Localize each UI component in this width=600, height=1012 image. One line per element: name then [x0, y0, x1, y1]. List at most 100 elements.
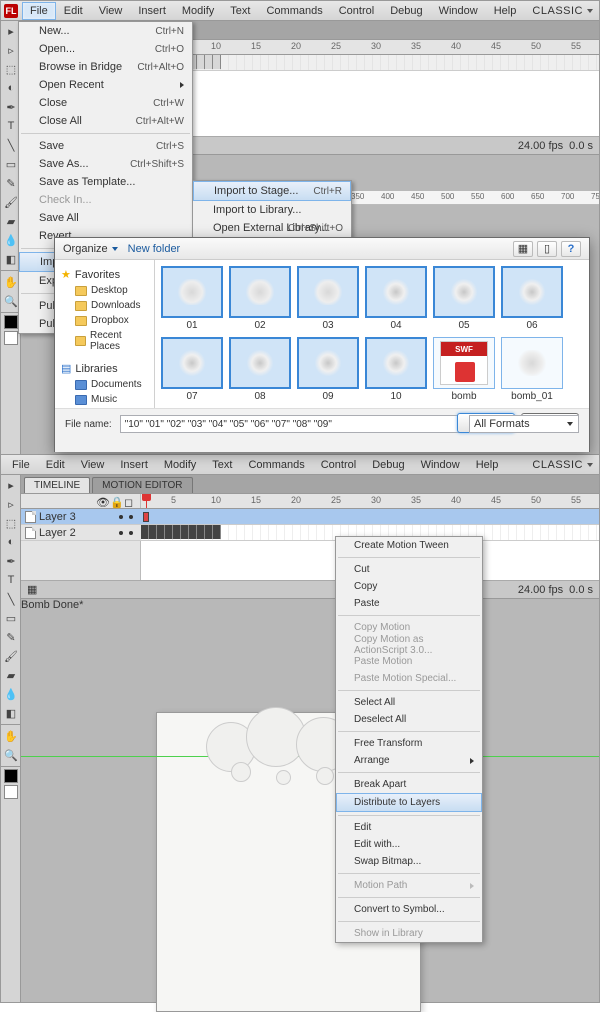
menu-item[interactable]: Save As...Ctrl+Shift+S [19, 155, 192, 173]
menu-item[interactable]: Save All [19, 209, 192, 227]
layer-row-3[interactable]: Layer 3 [21, 509, 599, 525]
outline-icon[interactable]: ◻ [124, 496, 134, 506]
context-menu-item[interactable]: Copy [336, 578, 482, 595]
brush-tool-icon[interactable]: 🖌 [2, 647, 20, 665]
line-tool-icon[interactable]: ╲ [2, 590, 20, 608]
file-thumbnail[interactable]: 01 [161, 266, 223, 331]
nav-tree[interactable]: ★Favorites DesktopDownloadsDropboxRecent… [55, 260, 155, 408]
tree-item[interactable]: Dropbox [57, 313, 152, 328]
menu-insert[interactable]: Insert [112, 456, 156, 474]
lasso-tool-icon[interactable]: ◐ [2, 533, 20, 551]
menu-debug[interactable]: Debug [382, 2, 430, 20]
menu-window[interactable]: Window [431, 2, 486, 20]
help-button[interactable]: ? [561, 241, 581, 257]
menu-control[interactable]: Control [331, 2, 382, 20]
context-menu-item[interactable]: Cut [336, 561, 482, 578]
file-thumbnail[interactable]: 05 [433, 266, 495, 331]
context-menu-item[interactable]: Deselect All [336, 711, 482, 728]
stage-area[interactable] [21, 610, 599, 1002]
file-thumbnail[interactable]: 07 [161, 337, 223, 402]
file-thumbnail[interactable]: 09 [297, 337, 359, 402]
file-thumbnail[interactable]: 06 [501, 266, 563, 331]
fill-swatch[interactable] [4, 331, 18, 345]
frame-track[interactable] [141, 55, 599, 70]
eyedropper-tool-icon[interactable]: 💧 [2, 685, 20, 703]
menu-help[interactable]: Help [486, 2, 525, 20]
context-menu-item[interactable]: Edit with... [336, 836, 482, 853]
workspace-switcher[interactable]: CLASSIC [532, 5, 593, 17]
subselect-tool-icon[interactable]: ▹ [2, 495, 20, 513]
favorites-header[interactable]: ★Favorites [57, 266, 152, 283]
menu-item[interactable]: New...Ctrl+N [19, 22, 192, 40]
new-folder-button[interactable]: New folder [128, 243, 181, 255]
menu-view[interactable]: View [73, 456, 113, 474]
layer-row-2[interactable]: Layer 2 [21, 525, 599, 541]
free-transform-icon[interactable]: ⬚ [2, 514, 20, 532]
selection-tool-icon[interactable]: ▸ [2, 476, 20, 494]
filename-input[interactable] [120, 415, 461, 433]
menu-item[interactable]: CloseCtrl+W [19, 94, 192, 112]
view-split-button[interactable]: ▯ [537, 241, 557, 257]
tree-item[interactable]: Downloads [57, 298, 152, 313]
menu-view[interactable]: View [91, 2, 131, 20]
organize-button[interactable]: Organize [63, 243, 118, 255]
menu-edit[interactable]: Edit [56, 2, 91, 20]
context-menu-item[interactable]: Free Transform [336, 735, 482, 752]
file-thumbnail[interactable]: SWFbomb [433, 337, 495, 402]
menu-item[interactable]: Check In... [19, 191, 192, 209]
file-thumbnail[interactable]: 10 [365, 337, 427, 402]
context-menu-item[interactable]: Edit [336, 819, 482, 836]
menu-item[interactable]: SaveCtrl+S [19, 137, 192, 155]
file-thumbnail[interactable]: 02 [229, 266, 291, 331]
menu-modify[interactable]: Modify [174, 2, 222, 20]
fill-swatch[interactable] [4, 785, 18, 799]
menu-commands[interactable]: Commands [258, 2, 330, 20]
frame-ruler[interactable]: 5101520253035404550556065707580859095100 [141, 494, 599, 508]
stroke-swatch[interactable] [4, 315, 18, 329]
context-menu-item[interactable]: Arrange [336, 752, 482, 769]
menu-help[interactable]: Help [468, 456, 507, 474]
file-thumbnail[interactable]: 03 [297, 266, 359, 331]
context-menu-item[interactable]: Swap Bitmap... [336, 853, 482, 870]
eraser-tool-icon[interactable]: ◧ [2, 704, 20, 722]
file-type-select[interactable]: All Formats [469, 415, 579, 433]
libraries-header[interactable]: ▤Libraries [57, 360, 152, 377]
menu-control[interactable]: Control [313, 456, 364, 474]
lock-icon[interactable]: 🔒 [110, 496, 120, 506]
submenu-item[interactable]: Import to Stage...Ctrl+R [193, 181, 351, 201]
tree-item[interactable]: Music [57, 392, 152, 407]
menu-item[interactable]: Open...Ctrl+O [19, 40, 192, 58]
submenu-item[interactable]: Import to Library... [193, 201, 351, 219]
context-menu-item[interactable]: Paste [336, 595, 482, 612]
menu-modify[interactable]: Modify [156, 456, 204, 474]
file-thumbnail[interactable]: 08 [229, 337, 291, 402]
context-menu-item[interactable]: Select All [336, 694, 482, 711]
text-tool-icon[interactable]: T [2, 571, 20, 589]
context-menu-item[interactable]: Convert to Symbol... [336, 901, 482, 918]
submenu-item[interactable]: Open External Library...Ctrl+Shift+O [193, 219, 351, 237]
file-thumbnail[interactable]: bomb_01 [501, 337, 563, 402]
context-menu-item[interactable]: Create Motion Tween [336, 537, 482, 554]
tab-timeline[interactable]: TIMELINE [24, 477, 90, 493]
menu-text[interactable]: Text [204, 456, 240, 474]
menu-file[interactable]: File [4, 456, 38, 474]
pencil-tool-icon[interactable]: ✎ [2, 628, 20, 646]
menu-item[interactable]: Open Recent [19, 76, 192, 94]
stroke-swatch[interactable] [4, 769, 18, 783]
playhead[interactable] [146, 494, 147, 508]
frame-track[interactable] [141, 509, 599, 524]
file-thumbnail[interactable]: 04 [365, 266, 427, 331]
menu-window[interactable]: Window [413, 456, 468, 474]
menu-item[interactable]: Close AllCtrl+Alt+W [19, 112, 192, 130]
tab-motion-editor[interactable]: MOTION EDITOR [92, 477, 192, 493]
view-mode-button[interactable]: ▦ [513, 241, 533, 257]
eye-icon[interactable]: 👁 [96, 496, 106, 506]
menu-insert[interactable]: Insert [130, 2, 174, 20]
frame-ruler[interactable]: 5101520253035404550556065707580859095100 [141, 40, 599, 54]
tree-item[interactable]: Desktop [57, 283, 152, 298]
pen-tool-icon[interactable]: ✒ [2, 552, 20, 570]
workspace-switcher[interactable]: CLASSIC [532, 459, 593, 471]
tree-item[interactable]: Recent Places [57, 328, 152, 354]
rect-tool-icon[interactable]: ▭ [2, 609, 20, 627]
bucket-tool-icon[interactable]: ▰ [2, 666, 20, 684]
